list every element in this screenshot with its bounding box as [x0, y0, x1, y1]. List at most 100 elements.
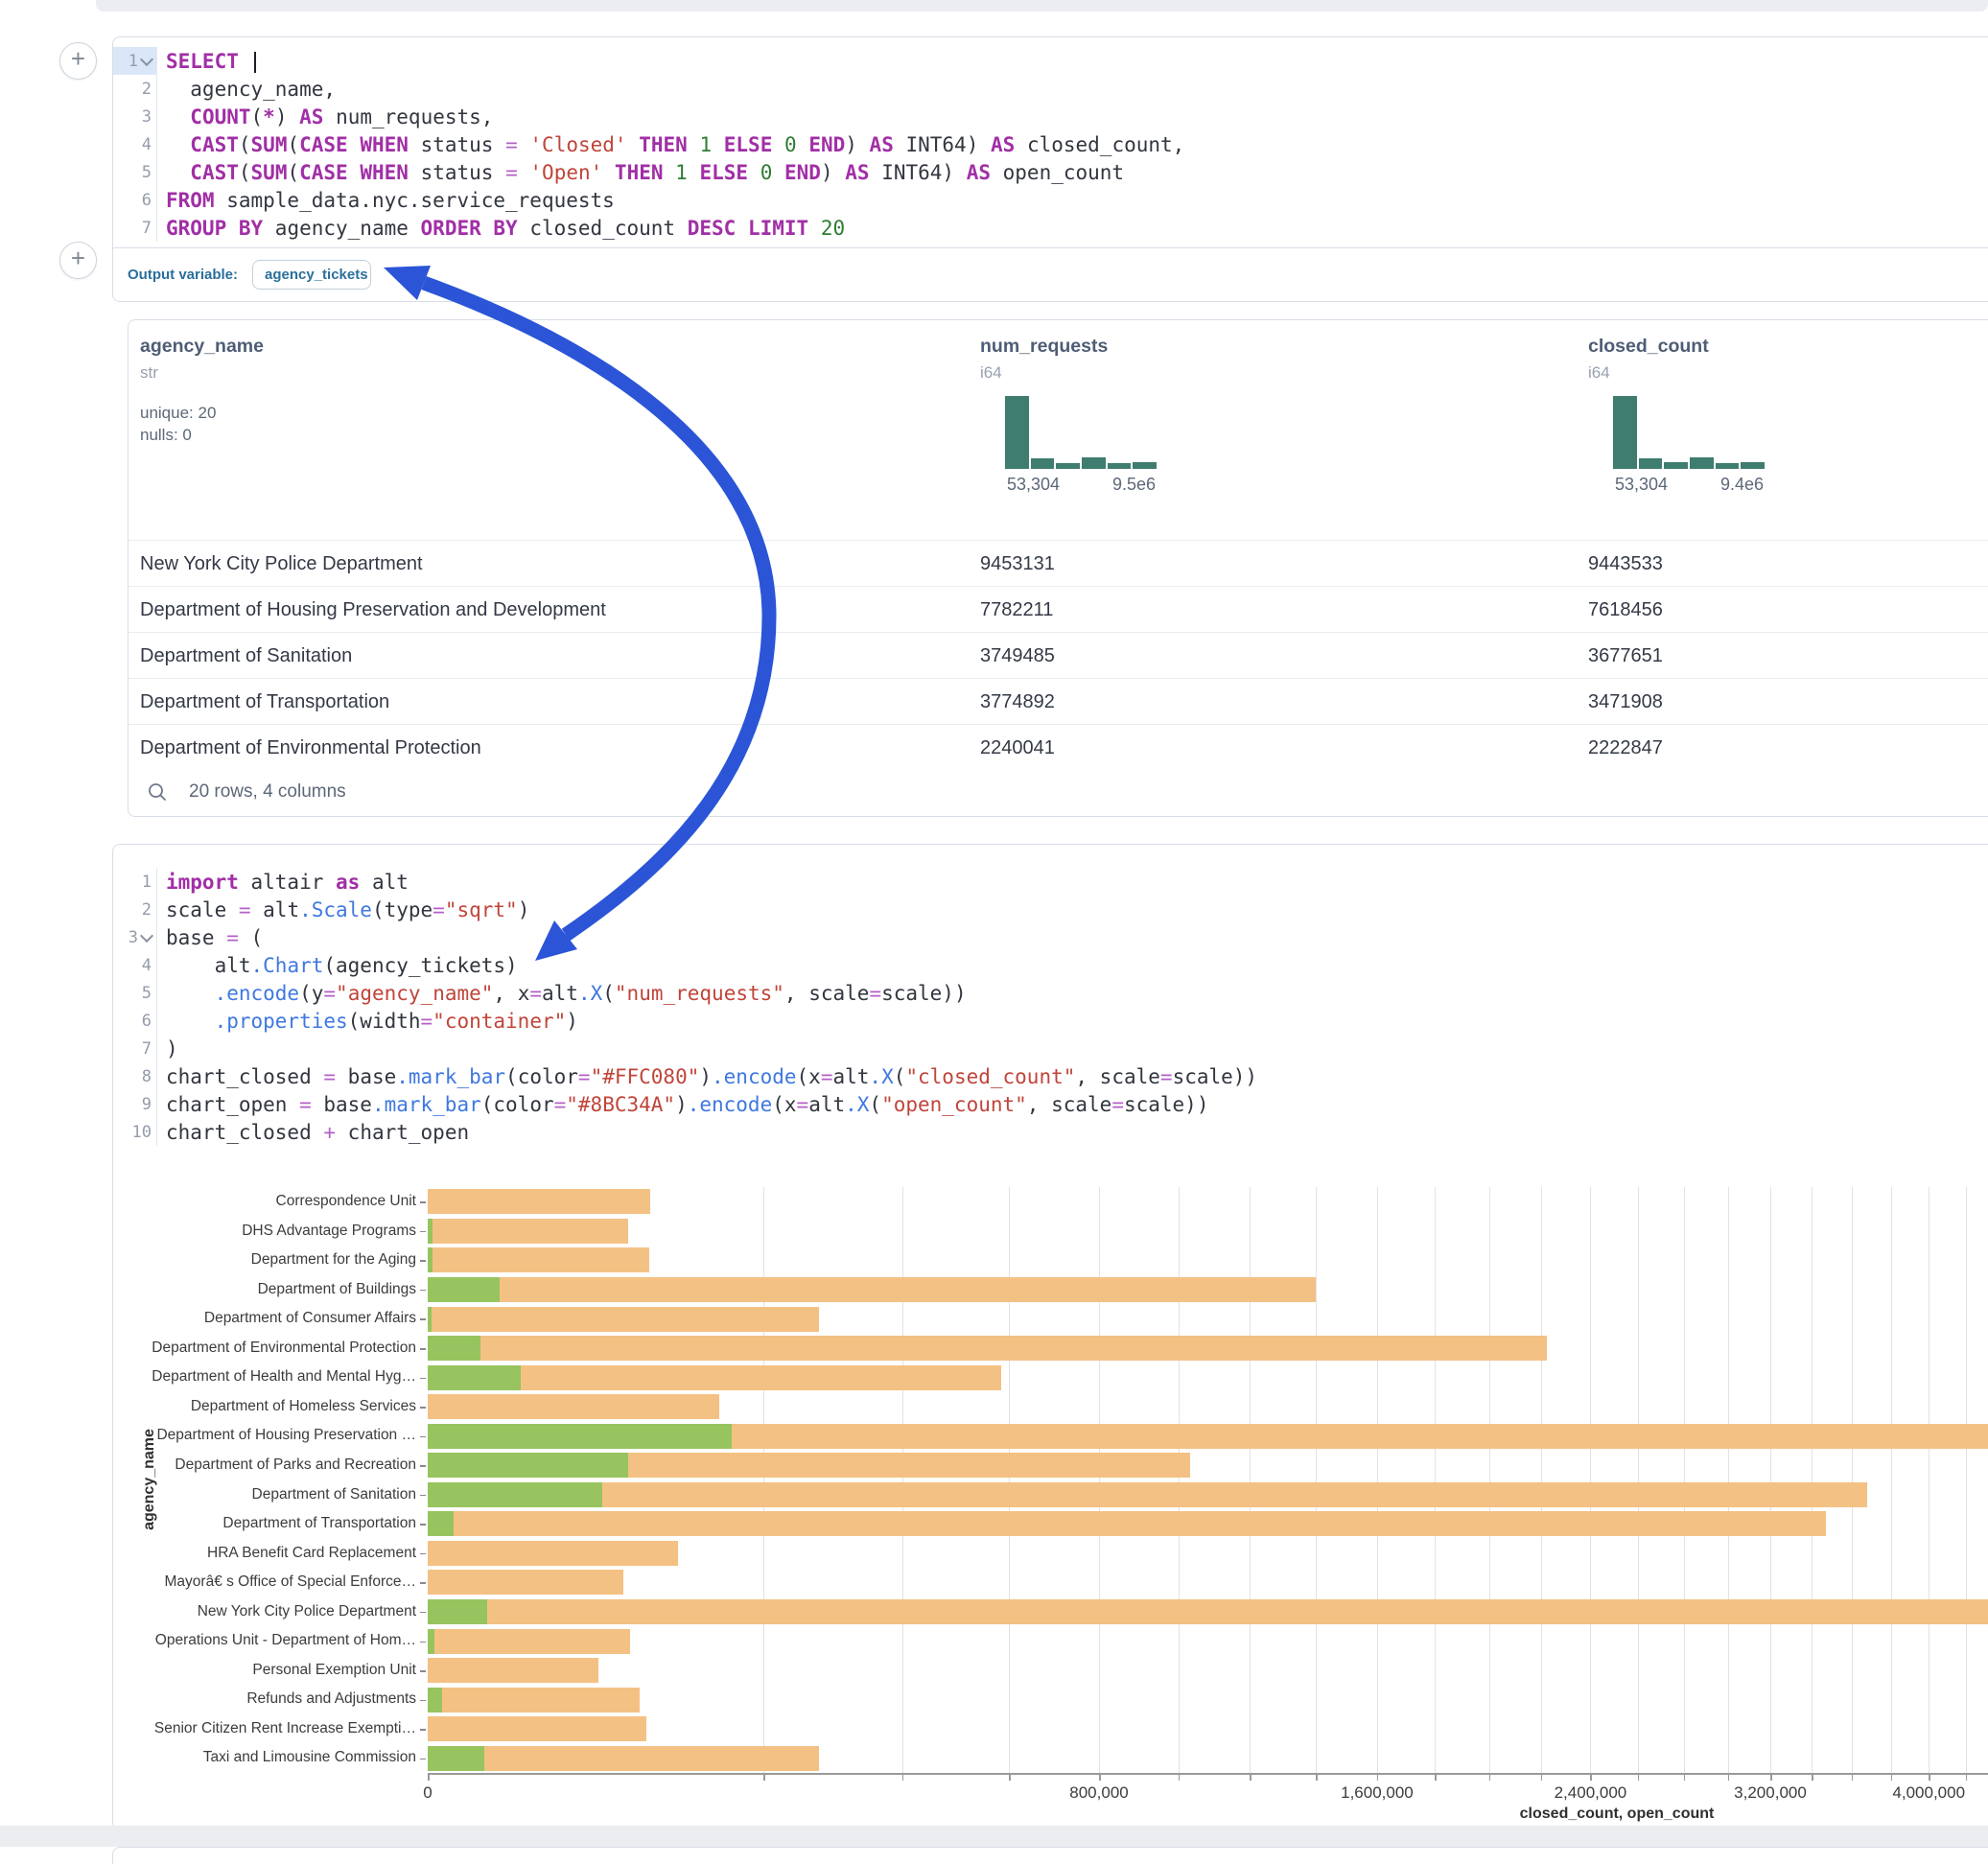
code-token: open_count	[991, 161, 1124, 184]
gridline	[1684, 1187, 1685, 1773]
line-number: 2	[113, 75, 157, 103]
code-token: .mark_bar	[372, 1093, 481, 1116]
column-header-num_requests[interactable]: num_requestsi6453,3049.5e6	[980, 336, 1325, 498]
line-number: 8	[113, 1062, 157, 1090]
code-text: CAST(SUM(CASE WHEN status = 'Open' THEN …	[157, 161, 1124, 184]
column-header-closed_count[interactable]: closed_counti6453,3049.4e6	[1588, 336, 1933, 498]
code-token: , scale	[784, 982, 870, 1005]
line-number: 7	[113, 214, 157, 242]
line-number-text: 4	[142, 956, 152, 975]
text-cursor	[254, 52, 256, 73]
table-row[interactable]: Department of Transportation377489234719…	[129, 678, 1988, 725]
line-number: 6	[113, 1007, 157, 1035]
column-header-agency_name[interactable]: agency_namestrunique: 20nulls: 0	[140, 336, 485, 446]
code-token	[166, 1010, 215, 1033]
code-token	[664, 161, 676, 184]
python-line: 8chart_closed = base.mark_bar(color="#FF…	[113, 1062, 1988, 1090]
code-token: , x	[493, 982, 529, 1005]
bar-open-count	[428, 1599, 487, 1624]
code-token: =	[821, 1065, 833, 1088]
code-token: base	[312, 1093, 372, 1116]
code-token: =	[226, 926, 239, 949]
code-token: closed_count	[518, 217, 688, 240]
code-token: .encode	[712, 1065, 797, 1088]
bar-closed-count	[428, 1570, 623, 1595]
collapse-chevron-icon[interactable]	[140, 52, 153, 65]
line-number: 4	[113, 951, 157, 979]
add-cell-button-top[interactable]: +	[59, 42, 97, 80]
y-axis-tick	[420, 1642, 426, 1643]
y-axis-label: Department of Consumer Affairs	[113, 1304, 416, 1334]
code-token: )	[275, 105, 299, 128]
line-number: 6	[113, 186, 157, 214]
collapse-chevron-icon[interactable]	[140, 928, 153, 942]
code-token	[772, 133, 784, 156]
code-token: chart_open	[166, 1093, 299, 1116]
table-cell: 9453131	[980, 541, 1055, 587]
x-axis-tick	[1377, 1775, 1379, 1781]
output-variable-row: Output variable: agency_tickets	[113, 247, 1988, 301]
output-variable-pill[interactable]: agency_tickets	[252, 260, 371, 290]
histogram-bars	[1613, 396, 1765, 469]
histogram-max-label: 9.4e6	[1720, 475, 1764, 495]
code-token: (	[287, 133, 299, 156]
code-token: =	[505, 133, 518, 156]
table-row[interactable]: Department of Sanitation37494853677651	[129, 632, 1988, 679]
python-line: 4 alt.Chart(agency_tickets)	[113, 951, 1988, 979]
x-axis-tick	[1316, 1775, 1318, 1781]
x-axis-tick	[1728, 1775, 1730, 1781]
gridline	[1489, 1187, 1490, 1773]
x-axis-tick	[1966, 1775, 1968, 1781]
y-axis-label: HRA Benefit Card Replacement	[113, 1539, 416, 1569]
code-token: CASE	[299, 133, 348, 156]
column-dtype: i64	[1588, 363, 1933, 383]
x-axis-title: closed_count, open_count	[1520, 1806, 1715, 1823]
code-token: AS	[845, 161, 869, 184]
gridline	[1812, 1187, 1813, 1773]
code-token: scale	[166, 898, 239, 921]
bar-open-count	[428, 1247, 433, 1272]
code-token: (agency_tickets)	[323, 954, 517, 977]
sql-code-editor[interactable]: 1SELECT 2 agency_name,3 COUNT(*) AS num_…	[113, 47, 1988, 242]
code-token: 1	[675, 161, 688, 184]
code-token	[166, 161, 190, 184]
y-axis-tick	[420, 1612, 426, 1614]
code-token: , scale	[1075, 1065, 1160, 1088]
table-row[interactable]: Department of Housing Preservation and D…	[129, 586, 1988, 633]
gridline	[1099, 1187, 1100, 1773]
column-name: agency_name	[140, 336, 485, 358]
code-token	[348, 133, 361, 156]
code-token: )	[518, 898, 530, 921]
line-number: 3	[113, 923, 157, 951]
line-number: 3	[113, 103, 157, 130]
bar-open-count	[428, 1688, 442, 1713]
code-token: as	[336, 871, 360, 894]
line-number: 9	[113, 1090, 157, 1118]
y-axis-label: Senior Citizen Rent Increase Exempti…	[113, 1714, 416, 1744]
code-token	[808, 217, 821, 240]
line-number-text: 1	[129, 52, 138, 71]
table-row[interactable]: New York City Police Department945313194…	[129, 540, 1988, 587]
y-axis-label: Personal Exemption Unit	[113, 1656, 416, 1686]
add-cell-button-output[interactable]: +	[59, 242, 97, 279]
search-icon[interactable]	[147, 781, 168, 803]
code-token: AS	[299, 105, 323, 128]
column-histogram: 53,3049.4e6	[1613, 396, 1814, 498]
code-token	[348, 161, 361, 184]
code-text: agency_name,	[157, 78, 336, 101]
code-token: )	[675, 1093, 688, 1116]
bar-closed-count	[428, 1658, 598, 1683]
code-token: (x	[772, 1093, 796, 1116]
table-cell: 2222847	[1588, 725, 1663, 771]
y-axis-tick	[420, 1260, 426, 1262]
code-token: LIMIT	[748, 217, 808, 240]
code-token: )	[845, 133, 869, 156]
code-token: WHEN	[360, 133, 409, 156]
dataframe-preview: agency_namestrunique: 20nulls: 0 num_requ…	[128, 319, 1988, 817]
y-axis-label: Department of Parks and Recreation	[113, 1451, 416, 1480]
histogram-bar	[1690, 457, 1714, 469]
y-axis-label: Taxi and Limousine Commission	[113, 1743, 416, 1773]
code-token: END	[784, 161, 821, 184]
table-row[interactable]: Department of Environmental Protection22…	[129, 724, 1988, 771]
python-code-editor[interactable]: 1import altair as alt2scale = alt.Scale(…	[113, 868, 1988, 1146]
